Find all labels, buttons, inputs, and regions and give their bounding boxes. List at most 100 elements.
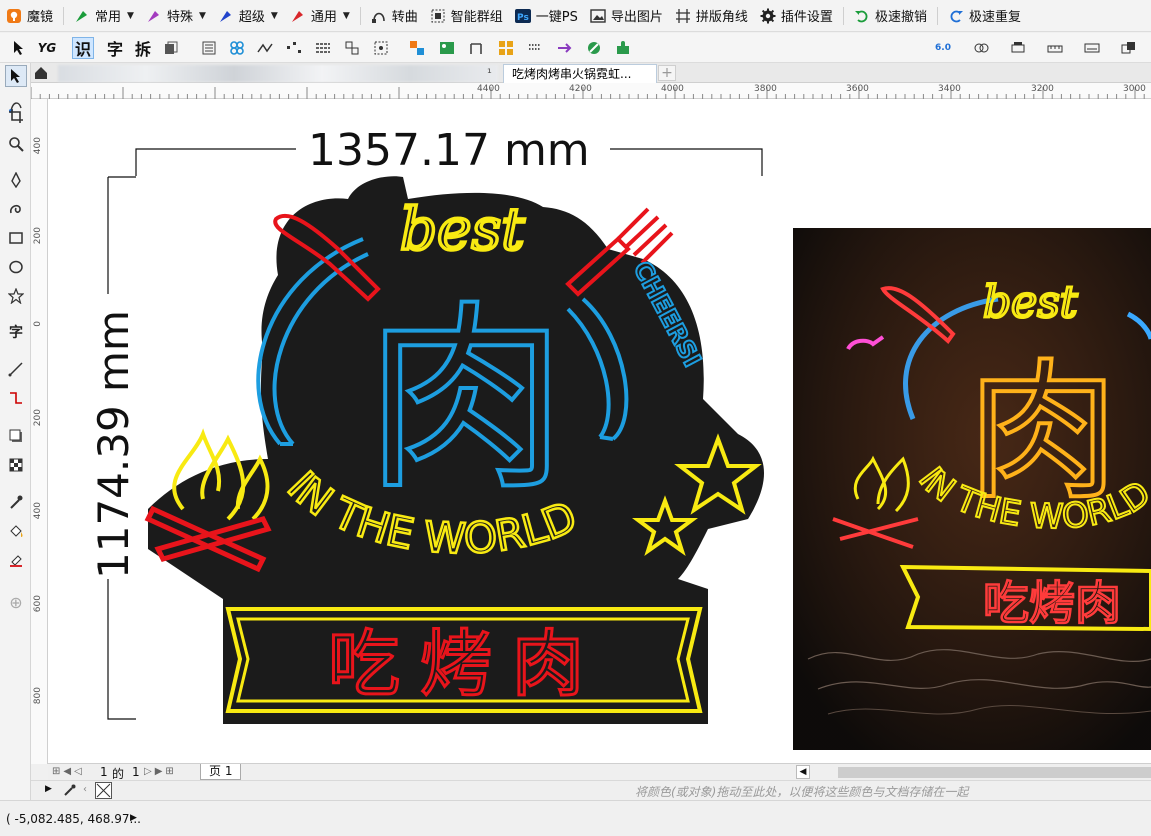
artwork: 1357.17 mm 1174.39 mm 肉 best CHEERSI IN … — [89, 125, 1151, 750]
document-palette: ▶ ‹ 将颜色(或对象)拖动至此处，以便将这些颜色与文档存储在一起 — [31, 780, 1151, 800]
align-nodes-icon[interactable] — [283, 37, 305, 59]
freehand-tool-icon[interactable] — [5, 169, 27, 191]
convert-curve-label: 转曲 — [391, 10, 418, 25]
tab-active-document[interactable]: 吃烤肉烤串火锅霓虹... — [503, 64, 657, 83]
lines-icon[interactable] — [312, 37, 334, 59]
zoom-tool-icon[interactable] — [5, 133, 27, 155]
smart-group-button[interactable]: 智能群组 — [424, 2, 509, 30]
crop-marks-button[interactable]: 拼版角线 — [669, 2, 754, 30]
chevron-down-icon: ▼ — [342, 10, 350, 21]
ruler-label: 3600 — [846, 84, 869, 94]
blurred-document-tab[interactable] — [58, 65, 498, 82]
curve-icon — [371, 8, 387, 24]
fast-undo-button[interactable]: 极速撤销 — [848, 2, 933, 30]
rectangle-tool-icon[interactable] — [5, 227, 27, 249]
add-tool-icon[interactable]: ⊕ — [5, 591, 27, 613]
drawing-canvas[interactable]: 1357.17 mm 1174.39 mm 肉 best CHEERSI IN … — [48, 99, 1151, 763]
special-menu-button[interactable]: 特殊 ▼ — [140, 2, 212, 30]
chevron-down-icon: ▼ — [270, 10, 278, 21]
eyedropper-icon[interactable] — [5, 491, 27, 513]
split-button[interactable]: 拆 — [132, 37, 154, 59]
pointer-icon[interactable] — [8, 37, 30, 59]
smart-fill-icon[interactable] — [5, 549, 27, 571]
ellipse-tool-icon[interactable] — [5, 256, 27, 278]
chevron-down-icon: ▼ — [198, 10, 206, 21]
grid-dots-icon[interactable] — [524, 37, 546, 59]
plugin-settings-button[interactable]: 插件设置 — [754, 2, 839, 30]
arrows-icon[interactable] — [553, 37, 575, 59]
pick-tool-icon[interactable] — [5, 65, 27, 87]
smart-group-label: 智能群组 — [450, 10, 503, 25]
text-tool-icon[interactable]: 字 — [5, 321, 27, 343]
polygon-tool-icon[interactable] — [5, 285, 27, 307]
page-current: 1 — [100, 765, 108, 779]
new-tab-button[interactable]: + — [658, 65, 676, 81]
general-menu-label: 通用 — [310, 10, 337, 25]
select-box-icon[interactable] — [370, 37, 392, 59]
neon-photo-preview: best 肉 IN THE WORLD 吃烤肉 — [793, 228, 1151, 750]
recognize-button[interactable]: 识 — [72, 37, 94, 59]
pen-nib-red-icon — [290, 8, 306, 24]
ruler-label: 400 — [33, 137, 43, 155]
recognize-label: 识 — [74, 40, 91, 59]
fill-tool-icon[interactable] — [5, 520, 27, 542]
app-window: 魔镜 常用 ▼ 特殊 ▼ 超级 ▼ 通用 ▼ 转曲 智能群组 Ps 一键PS 导… — [0, 0, 1151, 836]
banner-neon-text: 吃烤肉 — [328, 622, 604, 706]
printer-icon[interactable] — [1007, 37, 1029, 59]
picture-icon[interactable] — [436, 37, 458, 59]
copy-shape-icon[interactable] — [341, 37, 363, 59]
home-icon[interactable] — [32, 64, 50, 82]
fast-redo-button[interactable]: 极速重复 — [942, 2, 1027, 30]
export-image-button[interactable]: 导出图片 — [584, 2, 669, 30]
list-icon[interactable] — [198, 37, 220, 59]
palette-scroll-left[interactable]: ‹ — [83, 784, 87, 795]
special-menu-label: 特殊 — [166, 10, 193, 25]
super-menu-button[interactable]: 超级 ▼ — [212, 2, 284, 30]
separator — [842, 6, 844, 25]
dimension-tool-icon[interactable] — [5, 358, 27, 380]
brush-icon[interactable] — [583, 37, 605, 59]
common-menu-button[interactable]: 常用 ▼ — [68, 2, 140, 30]
arrange-icon[interactable] — [1118, 37, 1140, 59]
page-tab[interactable]: 页 1 — [200, 764, 242, 780]
measure-icon[interactable] — [1044, 37, 1066, 59]
yg-icon[interactable]: YG — [36, 37, 58, 59]
crop-tool-icon[interactable] — [5, 105, 27, 127]
puzzle-icon[interactable] — [612, 37, 634, 59]
drop-shadow-icon[interactable] — [5, 425, 27, 447]
app-menu-button[interactable]: 魔镜 — [0, 2, 59, 30]
one-click-ps-button[interactable]: Ps 一键PS — [509, 2, 584, 30]
cut-version-button[interactable]: 6.0 — [932, 37, 954, 59]
ruler-label: 200 — [33, 409, 43, 427]
stack-icon[interactable] — [160, 37, 182, 59]
transparency-icon[interactable] — [5, 454, 27, 476]
fast-redo-label: 极速重复 — [968, 10, 1021, 25]
tool-icon[interactable] — [465, 37, 487, 59]
table-icon[interactable] — [495, 37, 517, 59]
ruler-label: 4400 — [477, 84, 500, 94]
page-nav-arrows[interactable]: ⊞◀◁ — [52, 766, 85, 777]
eyedropper-icon[interactable] — [63, 783, 77, 797]
pattern-icon[interactable] — [226, 37, 248, 59]
scroll-left-button[interactable]: ◀ — [796, 765, 810, 779]
transform-icon[interactable] — [970, 37, 992, 59]
horizontal-ruler: 4400 4200 4000 3800 3600 3400 3200 3000 — [31, 83, 1151, 99]
color-blocks-icon[interactable] — [406, 37, 428, 59]
artistic-media-icon[interactable] — [5, 197, 27, 219]
plugin-toolbar: 魔镜 常用 ▼ 特殊 ▼ 超级 ▼ 通用 ▼ 转曲 智能群组 Ps 一键PS 导… — [0, 0, 1151, 32]
no-color-swatch[interactable] — [95, 782, 112, 799]
status-arrow-icon[interactable]: ▶ — [130, 813, 137, 823]
separator — [359, 6, 361, 25]
page-nav-forward-arrows[interactable]: ▷▶⊞ — [144, 766, 177, 777]
keyboard-icon[interactable] — [1081, 37, 1103, 59]
general-menu-button[interactable]: 通用 ▼ — [284, 2, 356, 30]
meat-character: 肉 — [364, 282, 568, 519]
horizontal-scrollbar-thumb[interactable] — [838, 767, 1151, 778]
text-button[interactable]: 字 — [104, 37, 126, 59]
convert-curve-button[interactable]: 转曲 — [365, 2, 424, 30]
connector-tool-icon[interactable] — [5, 387, 27, 409]
separator — [63, 6, 65, 25]
group-icon — [430, 8, 446, 24]
palette-menu-arrow[interactable]: ▶ — [45, 784, 52, 794]
node-curve-icon[interactable] — [254, 37, 276, 59]
